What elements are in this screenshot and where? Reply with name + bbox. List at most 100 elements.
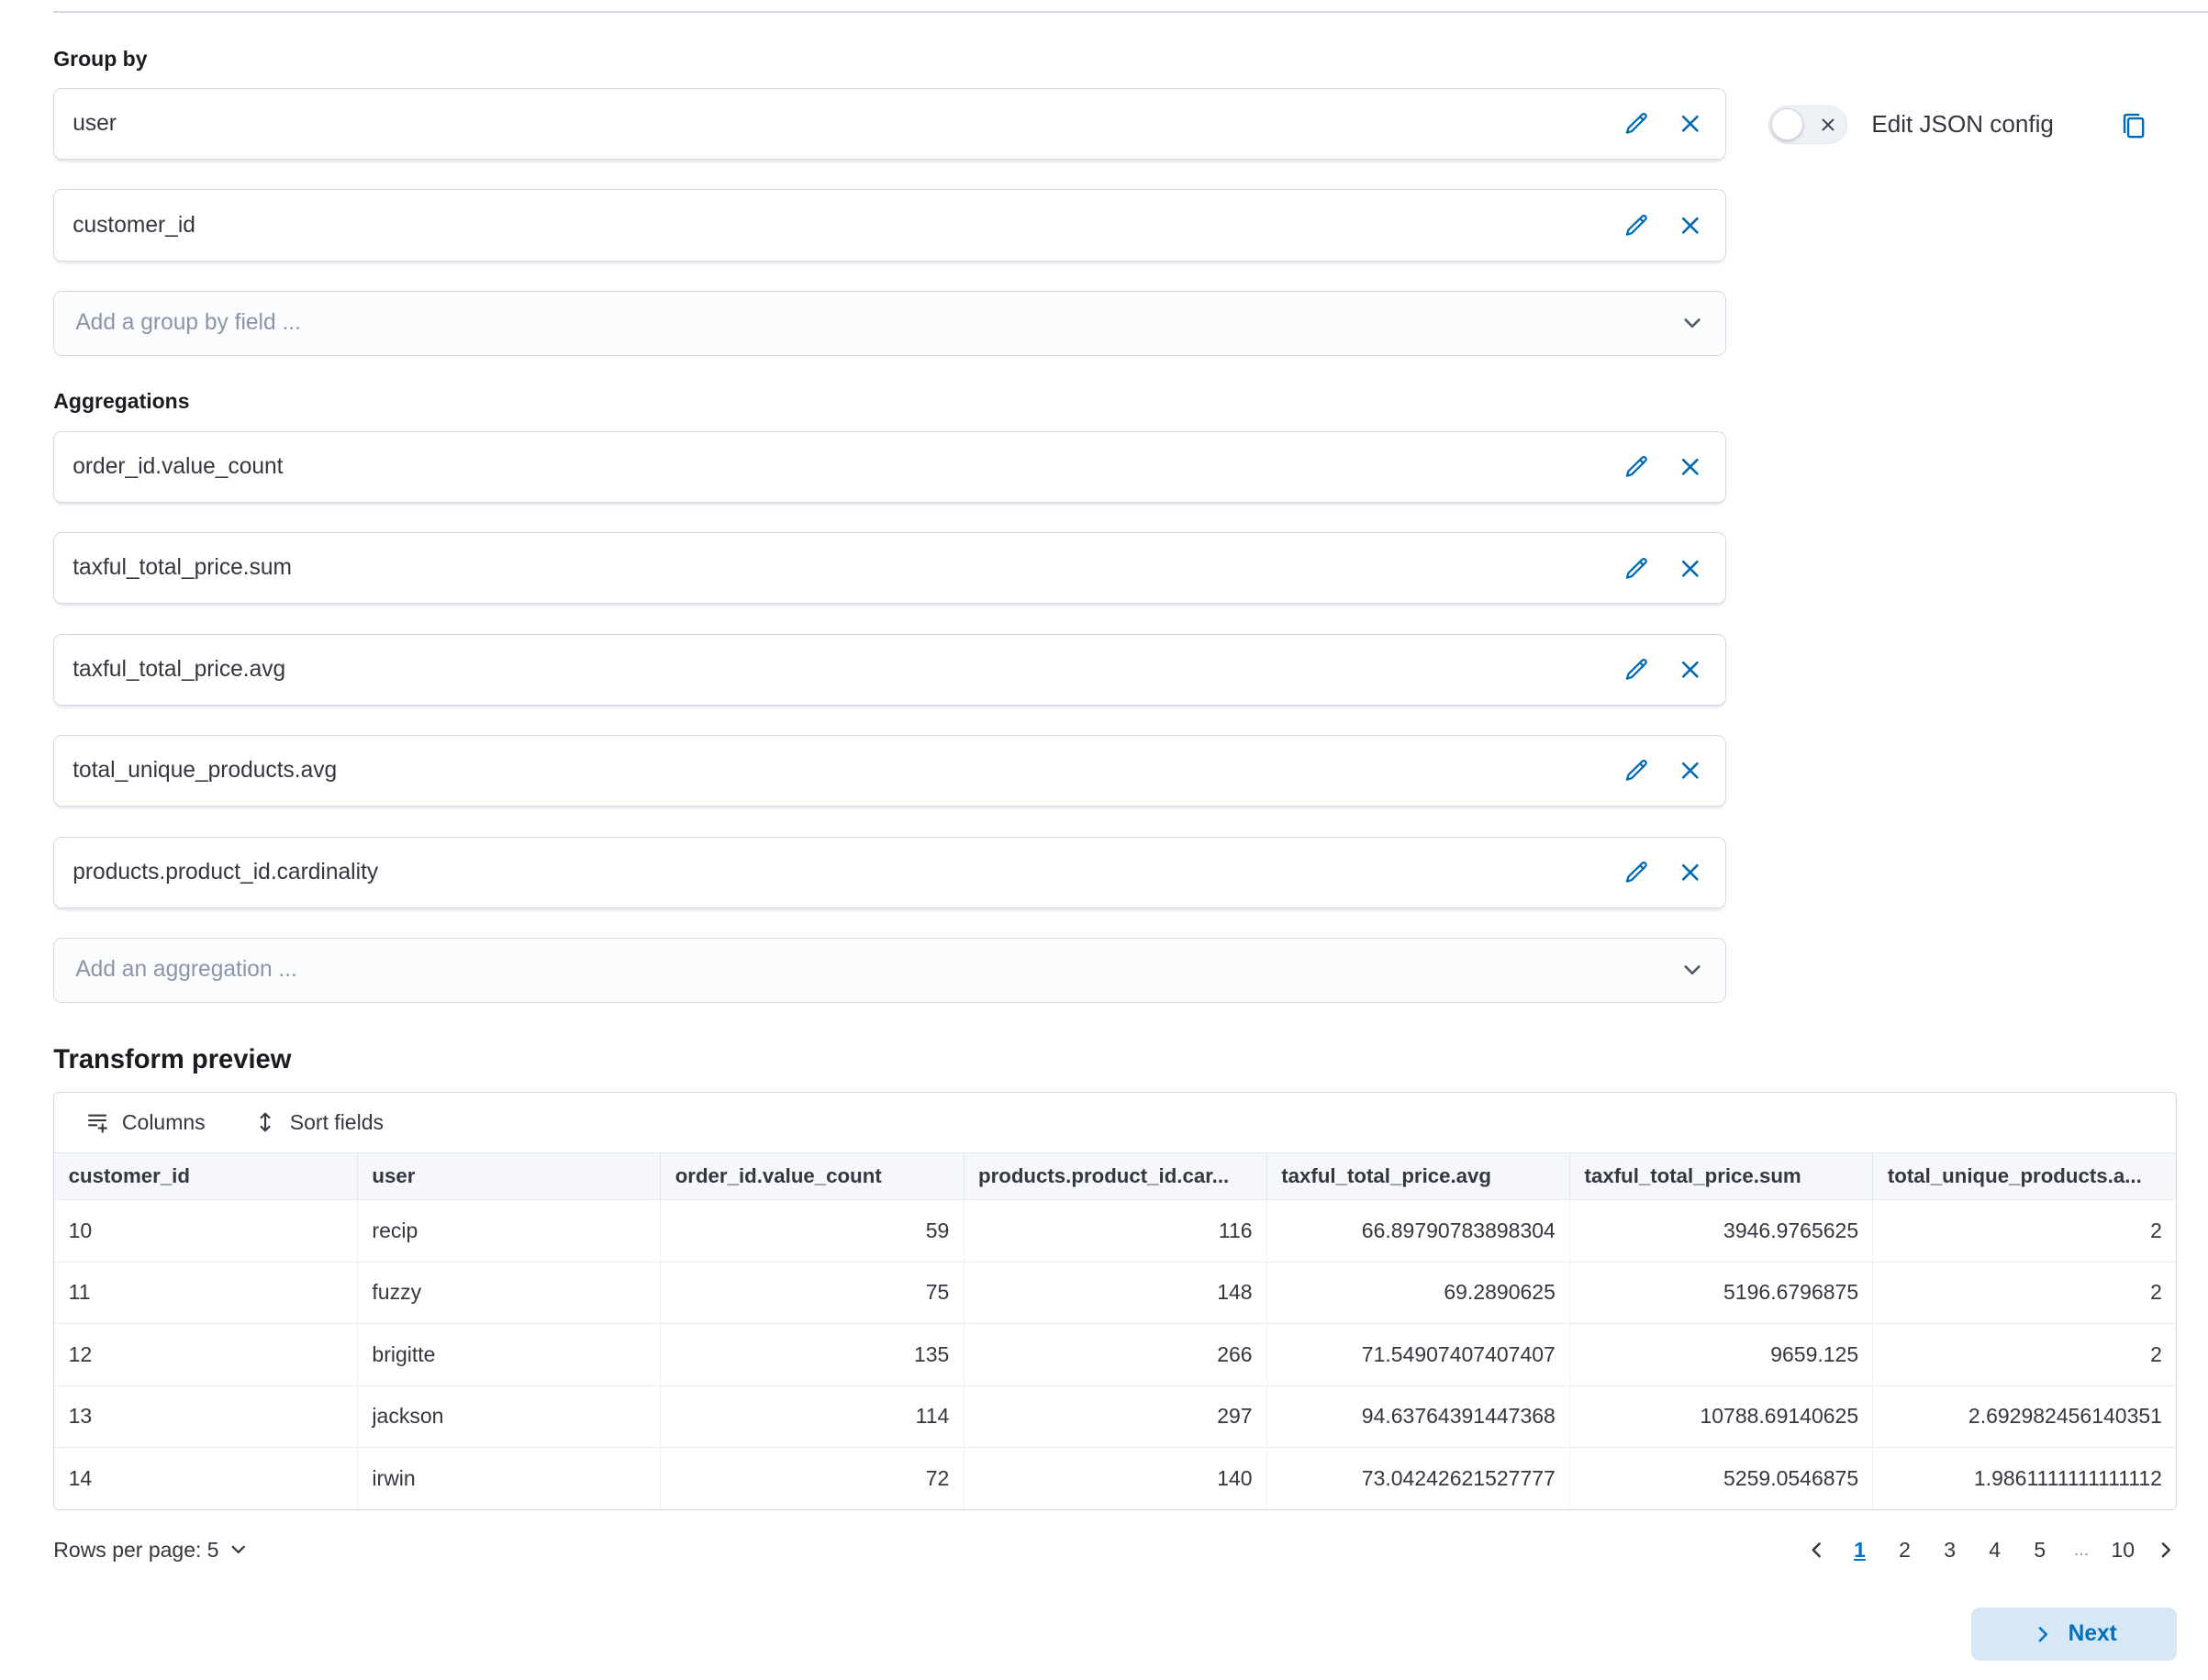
chevron-right-icon — [2155, 1539, 2178, 1562]
column-header: taxful_total_price.sum — [1570, 1152, 1873, 1200]
remove-group-by-button[interactable] — [1678, 111, 1703, 137]
remove-aggregation-button[interactable] — [1678, 454, 1703, 480]
sort-fields-button[interactable]: Sort fields — [253, 1110, 384, 1135]
previous-page-button[interactable] — [1805, 1539, 1828, 1562]
add-aggregation-placeholder: Add an aggregation ... — [75, 957, 297, 983]
aggregations-heading: Aggregations — [53, 389, 2177, 414]
group-by-item: user — [53, 88, 1726, 160]
column-header: user — [358, 1152, 661, 1200]
page-button-4[interactable]: 4 — [1981, 1535, 2008, 1565]
cell: 2.692982456140351 — [1873, 1385, 2176, 1448]
table-row: 12 brigitte 135 266 71.54907407407407 96… — [54, 1324, 2176, 1386]
cell: 59 — [661, 1200, 964, 1263]
transform-preview-title: Transform preview — [53, 1045, 2177, 1075]
add-group-by-select[interactable]: Add a group by field ... — [53, 291, 1726, 356]
close-icon — [1678, 758, 1703, 784]
cell: fuzzy — [358, 1262, 661, 1324]
aggregation-item-label: taxful_total_price.sum — [72, 555, 1624, 581]
page-button-10[interactable]: 10 — [2110, 1535, 2136, 1565]
header-row: customer_id user order_id.value_count pr… — [54, 1152, 2176, 1200]
cell: 114 — [661, 1385, 964, 1448]
pagination-ellipsis: ... — [2071, 1540, 2091, 1561]
transform-config-page: Edit JSON config Group by user customer_… — [0, 0, 2208, 1680]
cell: 140 — [964, 1448, 1266, 1510]
rows-per-page-button[interactable]: Rows per page: 5 — [53, 1538, 248, 1563]
close-icon — [1678, 111, 1703, 137]
pencil-icon — [1624, 860, 1650, 885]
pencil-icon — [1624, 213, 1650, 239]
next-page-button[interactable] — [2155, 1539, 2178, 1562]
page-button-2[interactable]: 2 — [1891, 1535, 1918, 1565]
preview-data-grid: customer_id user order_id.value_count pr… — [54, 1152, 2176, 1510]
aggregation-item: taxful_total_price.avg — [53, 634, 1726, 706]
cell: 12 — [54, 1324, 357, 1386]
remove-aggregation-button[interactable] — [1678, 758, 1703, 784]
table-row: 10 recip 59 116 66.89790783898304 3946.9… — [54, 1200, 2176, 1263]
column-header: products.product_id.car... — [964, 1152, 1266, 1200]
pencil-icon — [1624, 758, 1650, 784]
next-step-label: Next — [2069, 1621, 2117, 1647]
cell: irwin — [358, 1448, 661, 1510]
edit-aggregation-button[interactable] — [1624, 556, 1650, 582]
close-icon — [1678, 454, 1703, 480]
edit-aggregation-button[interactable] — [1624, 758, 1650, 784]
remove-aggregation-button[interactable] — [1678, 556, 1703, 582]
cell: 135 — [661, 1324, 964, 1386]
cell: 69.2890625 — [1266, 1262, 1569, 1324]
group-by-item-label: user — [72, 111, 1624, 137]
cell: 71.54907407407407 — [1266, 1324, 1569, 1386]
chevron-down-icon — [1680, 958, 1704, 982]
aggregation-item-label: products.product_id.cardinality — [72, 860, 1624, 885]
group-by-item-label: customer_id — [72, 213, 1624, 239]
table-footer: Rows per page: 5 1 2 3 4 5 ... 10 — [53, 1529, 2177, 1571]
page-button-5[interactable]: 5 — [2026, 1535, 2053, 1565]
cell: 73.04242621527777 — [1266, 1448, 1569, 1510]
cell: 2 — [1873, 1262, 2176, 1324]
table-row: 13 jackson 114 297 94.63764391447368 107… — [54, 1385, 2176, 1448]
next-step-button[interactable]: Next — [1971, 1608, 2177, 1661]
edit-aggregation-button[interactable] — [1624, 860, 1650, 885]
edit-group-by-button[interactable] — [1624, 111, 1650, 137]
close-icon — [1678, 860, 1703, 885]
columns-button[interactable]: Columns — [85, 1110, 206, 1135]
aggregation-item: order_id.value_count — [53, 431, 1726, 503]
aggregation-item-label: total_unique_products.avg — [72, 758, 1624, 784]
pencil-icon — [1624, 454, 1650, 480]
page-button-3[interactable]: 3 — [1936, 1535, 1963, 1565]
page-button-1[interactable]: 1 — [1846, 1535, 1873, 1565]
cell: 5196.6796875 — [1570, 1262, 1873, 1324]
cell: 11 — [54, 1262, 357, 1324]
column-header: total_unique_products.a... — [1873, 1152, 2176, 1200]
cell: 10 — [54, 1200, 357, 1263]
cell: 66.89790783898304 — [1266, 1200, 1569, 1263]
sort-fields-button-label: Sort fields — [290, 1110, 384, 1135]
edit-group-by-button[interactable] — [1624, 213, 1650, 239]
close-icon — [1678, 657, 1703, 683]
sort-icon — [253, 1110, 277, 1134]
remove-aggregation-button[interactable] — [1678, 860, 1703, 885]
remove-aggregation-button[interactable] — [1678, 657, 1703, 683]
cell: 10788.69140625 — [1570, 1385, 1873, 1448]
edit-aggregation-button[interactable] — [1624, 454, 1650, 480]
remove-group-by-button[interactable] — [1678, 213, 1703, 239]
edit-aggregation-button[interactable] — [1624, 657, 1650, 683]
close-icon — [1678, 556, 1703, 582]
cell: 9659.125 — [1570, 1324, 1873, 1386]
cell: 2 — [1873, 1200, 2176, 1263]
cell: jackson — [358, 1385, 661, 1448]
cell: 13 — [54, 1385, 357, 1448]
cell: 1.9861111111111112 — [1873, 1448, 2176, 1510]
chevron-right-icon — [2032, 1623, 2055, 1646]
cell: 266 — [964, 1324, 1266, 1386]
aggregation-item-label: taxful_total_price.avg — [72, 657, 1624, 683]
pagination: 1 2 3 4 5 ... 10 — [1805, 1535, 2177, 1565]
columns-button-label: Columns — [122, 1110, 206, 1135]
table-row: 11 fuzzy 75 148 69.2890625 5196.6796875 … — [54, 1262, 2176, 1324]
close-icon — [1678, 213, 1703, 239]
cell: 5259.0546875 — [1570, 1448, 1873, 1510]
add-group-by-placeholder: Add a group by field ... — [75, 310, 301, 336]
column-header: taxful_total_price.avg — [1266, 1152, 1569, 1200]
columns-icon — [85, 1110, 109, 1134]
group-by-heading: Group by — [53, 47, 2177, 72]
add-aggregation-select[interactable]: Add an aggregation ... — [53, 938, 1726, 1003]
